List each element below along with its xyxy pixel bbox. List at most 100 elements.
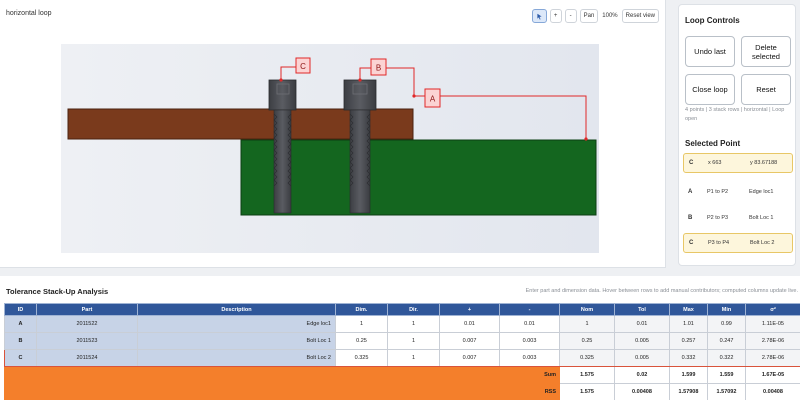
delete-selected-button[interactable]: Delete selected [741, 36, 791, 67]
cell-minus[interactable]: 0.003 [499, 349, 560, 367]
cad-drawing[interactable]: C B A [0, 30, 666, 268]
cell-description[interactable]: Bolt Loc 1 [137, 332, 336, 350]
cell-min: 0.99 [707, 315, 746, 333]
cell-dir[interactable]: 1 [387, 332, 440, 350]
cell-minus[interactable]: 0.003 [499, 332, 560, 350]
zoom-level: 100% [602, 13, 618, 19]
callout-b[interactable]: B [370, 58, 387, 76]
cell-min: 0.322 [707, 349, 746, 367]
sum-row: Sum 1.575 0.02 1.599 1.559 1.67E-05 [4, 366, 800, 384]
loop-controls-panel: Loop Controls Undo last Delete selected … [678, 4, 796, 266]
selected-point-title: Selected Point [685, 139, 741, 148]
loop-controls-buttons: Undo last Delete selected Close loop Res… [685, 36, 791, 105]
cell-part[interactable]: 2011524 [36, 349, 138, 367]
cell-dim[interactable]: 1 [335, 315, 388, 333]
header-min: Min [707, 303, 746, 316]
sum-min: 1.559 [707, 366, 746, 384]
point-name: Edge loc1 [749, 189, 774, 195]
cell-max: 0.332 [669, 349, 708, 367]
header-description: Description [137, 303, 336, 316]
summary-band: RSS [4, 383, 560, 400]
header-minus: - [499, 303, 560, 316]
point-id: A [688, 189, 693, 195]
pointer-tool-button[interactable] [531, 9, 547, 23]
green-block [240, 139, 597, 216]
cell-part[interactable]: 2011522 [36, 315, 138, 333]
cell-variance: 2.78E-06 [745, 332, 800, 350]
cell-dir[interactable]: 1 [387, 349, 440, 367]
cursor-icon [537, 13, 542, 20]
table-row[interactable]: A 2011522 Edge loc1 1 1 0.01 0.01 1 0.01… [4, 315, 800, 333]
cell-plus[interactable]: 0.01 [439, 315, 500, 333]
cell-id: A [4, 315, 37, 333]
zoom-out-button[interactable]: - [564, 9, 577, 23]
point-y: y 83.67188 [750, 160, 778, 166]
rss-label: RSS [544, 389, 556, 395]
canvas-toolbar: + - Pan 100% Reset view [531, 8, 659, 24]
loop-status: 4 points | 3 stack rows | horizontal | L… [685, 107, 785, 122]
cell-minus[interactable]: 0.01 [499, 315, 560, 333]
callout-c[interactable]: C [295, 57, 311, 74]
analysis-title: Tolerance Stack-Up Analysis [6, 287, 109, 296]
cell-min: 0.247 [707, 332, 746, 350]
rss-min: 1.57092 [707, 383, 746, 400]
canvas-panel: horizontal loop + - Pan 100% Reset view [0, 0, 666, 268]
table-header: ID Part Description Dim. Dir. + - Nom To… [4, 303, 800, 316]
point-row-b[interactable]: B P2 to P3 Bolt Loc 1 [683, 208, 793, 228]
sum-max: 1.599 [669, 366, 708, 384]
point-id: C [689, 240, 694, 246]
undo-last-button[interactable]: Undo last [685, 36, 735, 67]
cell-id: C [4, 349, 37, 367]
selected-point-current: C x 663 y 83.67188 [683, 153, 793, 173]
header-dir: Dir. [387, 303, 440, 316]
point-row-c[interactable]: C P3 to P4 Bolt Loc 2 [683, 233, 793, 253]
zoom-in-button[interactable]: + [549, 9, 562, 23]
cell-nom: 0.325 [559, 349, 615, 367]
header-tol: Tol [614, 303, 670, 316]
header-dim: Dim. [335, 303, 388, 316]
rss-max: 1.57908 [669, 383, 708, 400]
sum-nom: 1.575 [559, 366, 615, 384]
point-row-a[interactable]: A P1 to P2 Edge loc1 [683, 182, 793, 202]
cell-tol: 0.005 [614, 349, 670, 367]
cell-variance: 2.78E-06 [745, 349, 800, 367]
point-span: P2 to P3 [707, 215, 729, 221]
header-plus: + [439, 303, 500, 316]
cell-tol: 0.005 [614, 332, 670, 350]
cell-part[interactable]: 2011523 [36, 332, 138, 350]
cell-description[interactable]: Bolt Loc 2 [137, 349, 336, 367]
point-name: Bolt Loc 1 [749, 215, 774, 221]
point-span: P3 to P4 [708, 240, 730, 246]
point-span: P1 to P2 [707, 189, 729, 195]
sum-label: Sum [544, 372, 556, 378]
reset-view-button[interactable]: Reset view [621, 9, 659, 23]
cell-dir[interactable]: 1 [387, 315, 440, 333]
cell-plus[interactable]: 0.007 [439, 349, 500, 367]
cell-description[interactable]: Edge loc1 [137, 315, 336, 333]
reset-button[interactable]: Reset [741, 74, 791, 105]
cell-nom: 1 [559, 315, 615, 333]
pan-button[interactable]: Pan [579, 9, 599, 23]
cell-dim[interactable]: 0.325 [335, 349, 388, 367]
table-row[interactable]: B 2011523 Bolt Loc 1 0.25 1 0.007 0.003 … [4, 332, 800, 350]
close-loop-button[interactable]: Close loop [685, 74, 735, 105]
svg-text:A: A [430, 95, 436, 104]
header-part: Part [36, 303, 138, 316]
table-row-selected[interactable]: C 2011524 Bolt Loc 2 0.325 1 0.007 0.003… [4, 349, 800, 367]
callout-a[interactable]: A [424, 88, 441, 108]
stackup-analysis: Tolerance Stack-Up Analysis Enter part a… [0, 276, 800, 400]
cell-id: B [4, 332, 37, 350]
rss-tol: 0.00408 [614, 383, 670, 400]
rss-row: RSS 1.575 0.00408 1.57908 1.57092 0.0040… [4, 383, 800, 400]
point-id: B [688, 215, 693, 221]
svg-text:C: C [300, 62, 306, 71]
header-variance: σ² [745, 303, 800, 316]
cell-max: 1.01 [669, 315, 708, 333]
sum-variance: 1.67E-05 [745, 366, 800, 384]
svg-text:B: B [376, 64, 381, 73]
cell-nom: 0.25 [559, 332, 615, 350]
analysis-hint: Enter part and dimension data. Hover bet… [525, 288, 798, 294]
cell-dim[interactable]: 0.25 [335, 332, 388, 350]
loop-controls-title: Loop Controls [685, 16, 740, 25]
cell-plus[interactable]: 0.007 [439, 332, 500, 350]
